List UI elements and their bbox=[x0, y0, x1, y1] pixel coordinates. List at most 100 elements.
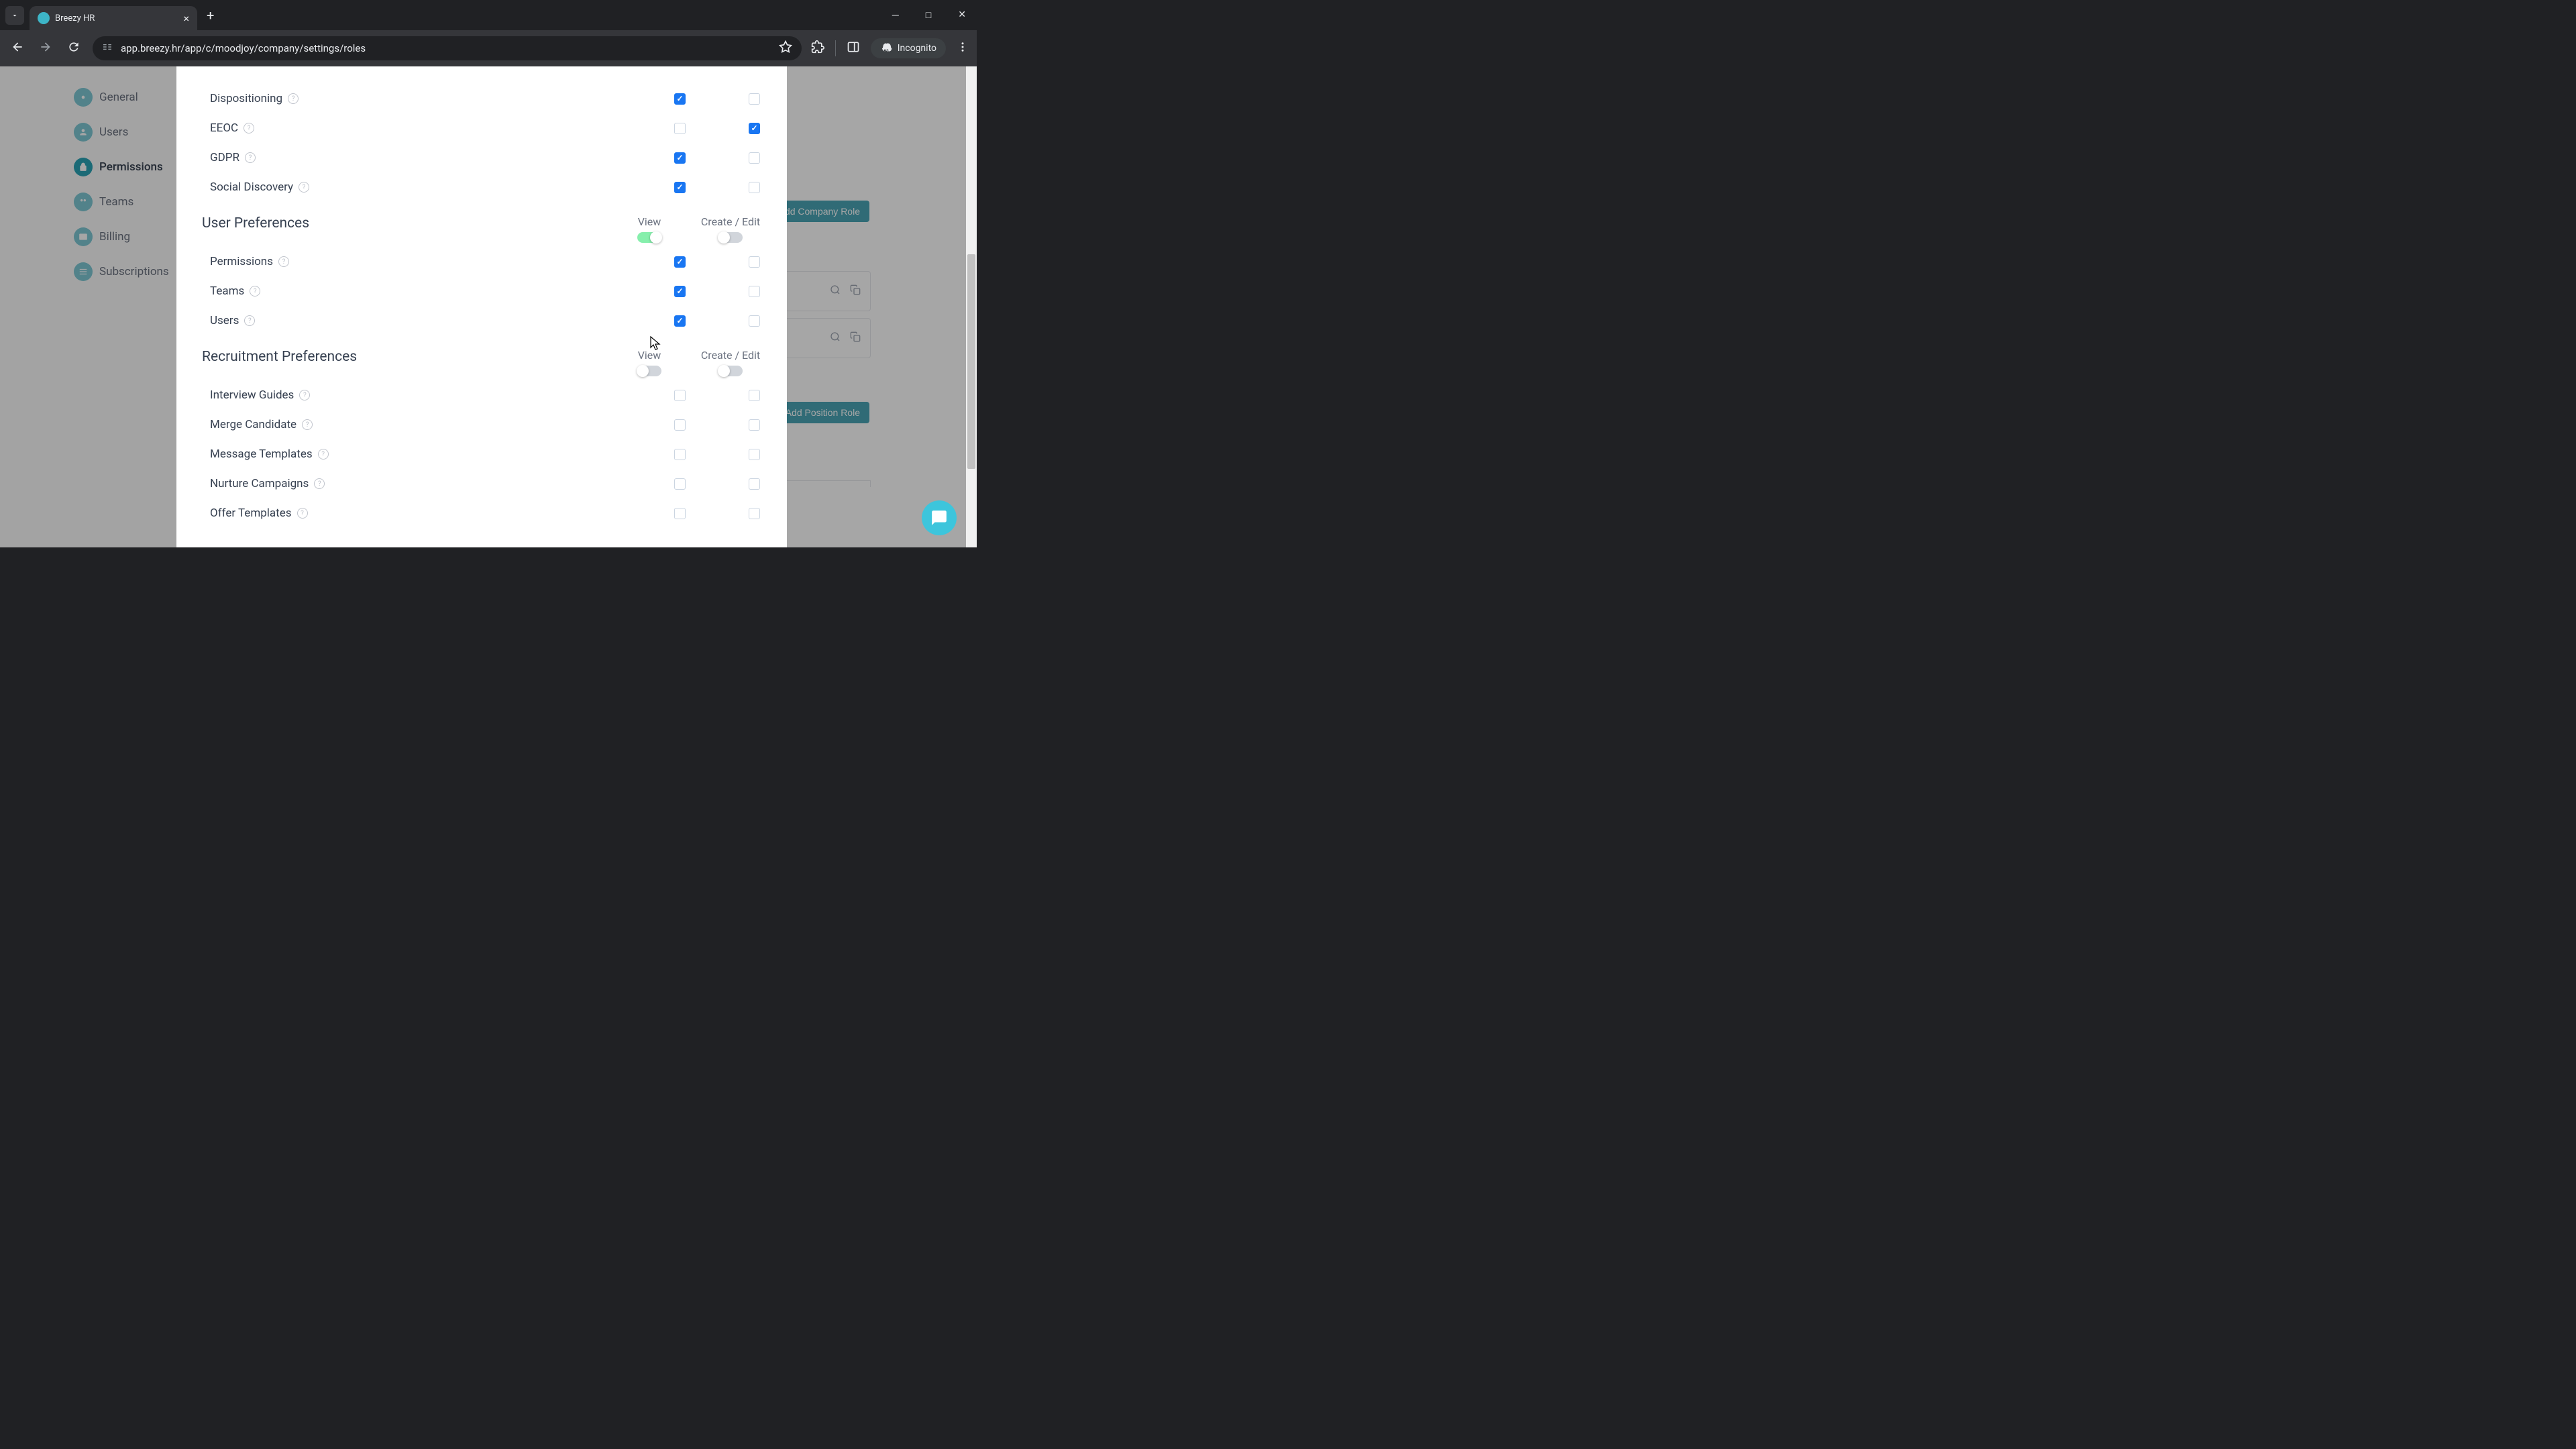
permission-label: Message Templates? bbox=[202, 447, 674, 461]
permission-label: Permissions? bbox=[202, 255, 674, 268]
minimize-button[interactable]: ─ bbox=[887, 7, 904, 23]
reload-button[interactable] bbox=[64, 38, 83, 60]
page-scrollbar-track[interactable] bbox=[966, 66, 977, 547]
view-checkbox[interactable] bbox=[674, 390, 686, 401]
help-icon[interactable]: ? bbox=[297, 508, 308, 519]
view-checkbox[interactable] bbox=[674, 478, 686, 490]
permission-label: Interview Guides? bbox=[202, 388, 674, 402]
forward-button[interactable] bbox=[36, 38, 55, 60]
column-header-edit: Create / Edit bbox=[700, 349, 761, 376]
permission-row: GDPR? bbox=[202, 143, 761, 172]
help-icon[interactable]: ? bbox=[314, 478, 325, 489]
edit-checkbox[interactable] bbox=[749, 449, 760, 460]
permission-checkboxes bbox=[674, 182, 761, 193]
section-title: User Preferences bbox=[202, 215, 633, 231]
extensions-icon[interactable] bbox=[811, 40, 824, 56]
close-tab-icon[interactable]: × bbox=[183, 12, 189, 25]
browser-menu-icon[interactable] bbox=[957, 41, 969, 56]
permission-row: EEOC? bbox=[202, 113, 761, 143]
address-bar[interactable]: app.breezy.hr/app/c/moodjoy/company/sett… bbox=[93, 36, 802, 60]
view-checkbox[interactable] bbox=[674, 182, 686, 193]
column-headers: ViewCreate / Edit bbox=[633, 215, 761, 243]
edit-checkbox[interactable] bbox=[749, 390, 760, 401]
permission-row: Teams? bbox=[202, 276, 761, 306]
permission-label: GDPR? bbox=[202, 151, 674, 164]
help-icon[interactable]: ? bbox=[302, 419, 313, 430]
help-icon[interactable]: ? bbox=[299, 182, 309, 193]
permission-row: Interview Guides? bbox=[202, 380, 761, 410]
close-window-button[interactable]: ✕ bbox=[953, 7, 971, 23]
help-icon[interactable]: ? bbox=[244, 315, 255, 326]
permission-checkboxes bbox=[674, 390, 761, 401]
help-icon[interactable]: ? bbox=[299, 390, 310, 400]
edit-checkbox[interactable] bbox=[749, 315, 760, 327]
view-checkbox[interactable] bbox=[674, 256, 686, 268]
permission-row: Offer Templates? bbox=[202, 498, 761, 528]
bookmark-icon[interactable] bbox=[779, 40, 792, 56]
view-checkbox[interactable] bbox=[674, 286, 686, 297]
view-checkbox[interactable] bbox=[674, 152, 686, 164]
view-all-toggle[interactable] bbox=[637, 232, 661, 243]
permission-checkboxes bbox=[674, 286, 761, 297]
permission-checkboxes bbox=[674, 123, 761, 134]
browser-tab-strip: Breezy HR × + ─ □ ✕ bbox=[0, 0, 977, 30]
permission-label: Dispositioning? bbox=[202, 92, 674, 105]
help-icon[interactable]: ? bbox=[288, 93, 299, 104]
view-checkbox[interactable] bbox=[674, 419, 686, 431]
browser-toolbar: app.breezy.hr/app/c/moodjoy/company/sett… bbox=[0, 30, 977, 66]
back-button[interactable] bbox=[8, 38, 27, 60]
permission-checkboxes bbox=[674, 256, 761, 268]
permission-label: EEOC? bbox=[202, 121, 674, 135]
permission-label: Teams? bbox=[202, 284, 674, 298]
section-header: User PreferencesViewCreate / Edit bbox=[202, 202, 761, 247]
view-checkbox[interactable] bbox=[674, 508, 686, 519]
permissions-modal: Dispositioning? EEOC? GDPR? Social Discover… bbox=[176, 66, 787, 547]
edit-checkbox[interactable] bbox=[749, 123, 760, 134]
edit-checkbox[interactable] bbox=[749, 478, 760, 490]
edit-checkbox[interactable] bbox=[749, 152, 760, 164]
edit-checkbox[interactable] bbox=[749, 256, 760, 268]
permission-label: Merge Candidate? bbox=[202, 418, 674, 431]
help-icon[interactable]: ? bbox=[244, 123, 254, 133]
edit-checkbox[interactable] bbox=[749, 508, 760, 519]
help-icon[interactable]: ? bbox=[245, 152, 256, 163]
view-checkbox[interactable] bbox=[674, 449, 686, 460]
help-icon[interactable]: ? bbox=[250, 286, 260, 297]
browser-tab[interactable]: Breezy HR × bbox=[30, 6, 197, 30]
maximize-button[interactable]: □ bbox=[920, 7, 936, 23]
tab-favicon bbox=[38, 12, 50, 24]
window-controls: ─ □ ✕ bbox=[887, 7, 971, 23]
edit-checkbox[interactable] bbox=[749, 419, 760, 431]
permission-label: Nurture Campaigns? bbox=[202, 477, 674, 490]
toolbar-actions: Incognito bbox=[811, 38, 969, 58]
new-tab-button[interactable]: + bbox=[207, 7, 214, 23]
permission-row: Merge Candidate? bbox=[202, 410, 761, 439]
edit-all-toggle[interactable] bbox=[718, 366, 743, 376]
permission-checkboxes bbox=[674, 315, 761, 327]
edit-checkbox[interactable] bbox=[749, 93, 760, 105]
chat-support-button[interactable] bbox=[922, 500, 957, 535]
view-checkbox[interactable] bbox=[674, 315, 686, 327]
tab-search-dropdown[interactable] bbox=[5, 6, 24, 25]
incognito-indicator[interactable]: Incognito bbox=[871, 38, 946, 58]
site-settings-icon[interactable] bbox=[102, 42, 113, 55]
edit-checkbox[interactable] bbox=[749, 182, 760, 193]
column-header-view: View bbox=[633, 215, 666, 243]
section-header: Recruitment PreferencesViewCreate / Edit bbox=[202, 335, 761, 380]
tab-title: Breezy HR bbox=[55, 13, 178, 23]
help-icon[interactable]: ? bbox=[318, 449, 329, 460]
page-scrollbar-thumb[interactable] bbox=[967, 254, 975, 469]
edit-checkbox[interactable] bbox=[749, 286, 760, 297]
permission-row: Social Discovery? bbox=[202, 172, 761, 202]
permission-row: Permissions? bbox=[202, 247, 761, 276]
permission-row: Nurture Campaigns? bbox=[202, 469, 761, 498]
view-checkbox[interactable] bbox=[674, 93, 686, 105]
view-checkbox[interactable] bbox=[674, 123, 686, 134]
view-all-toggle[interactable] bbox=[637, 366, 661, 376]
help-icon[interactable]: ? bbox=[278, 256, 289, 267]
side-panel-icon[interactable] bbox=[847, 40, 860, 56]
toolbar-divider bbox=[835, 40, 836, 56]
permission-row: Dispositioning? bbox=[202, 84, 761, 113]
permission-checkboxes bbox=[674, 419, 761, 431]
edit-all-toggle[interactable] bbox=[718, 232, 743, 243]
